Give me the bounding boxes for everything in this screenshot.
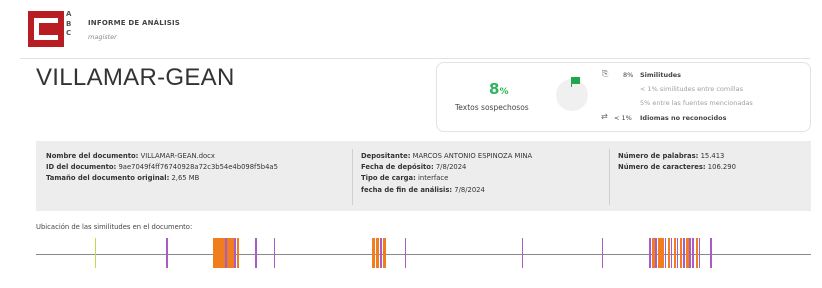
document-title: VILLAMAR-GEAN — [36, 64, 235, 91]
info-row: Número de caracteres: 106.290 — [618, 162, 736, 173]
percentage-symbol: % — [499, 87, 509, 97]
institution-logo: A B C — [28, 10, 78, 47]
info-value: 7/8/2024 — [435, 163, 467, 172]
similarity-mark[interactable] — [655, 238, 657, 268]
info-row: Depositante: MARCOS ANTONIO ESPINOZA MIN… — [361, 151, 532, 162]
similarity-mark[interactable] — [680, 238, 683, 268]
copy-icon: ⎘ — [602, 69, 609, 78]
similarity-mark[interactable] — [661, 238, 664, 268]
unrecognized-languages-value: < 1% — [614, 114, 632, 122]
info-value: 9ae7049f4ff76740928a72c3b54e4b098f5b4a5 — [118, 163, 278, 172]
similarity-mark[interactable] — [273, 238, 276, 268]
quotes-similarity-label: < 1% similitudes entre comillas — [640, 85, 744, 93]
info-label: Número de palabras: — [618, 152, 699, 160]
similarity-mark[interactable] — [683, 238, 685, 268]
header-divider — [20, 58, 810, 59]
info-row: Tamaño del documento original: 2,65 MB — [46, 173, 278, 184]
similarity-mark[interactable] — [234, 238, 236, 268]
similarity-mark[interactable] — [649, 238, 651, 268]
info-label: Fecha de depósito: — [361, 163, 434, 172]
flag-icon — [572, 77, 580, 84]
similarity-mark[interactable] — [521, 238, 524, 268]
info-row: fecha de fin de análisis: 7/8/2024 — [361, 185, 532, 196]
info-row: Nombre del documento: VILLAMAR-GEAN.docx — [46, 151, 278, 162]
info-row: Fecha de depósito: 7/8/2024 — [361, 162, 532, 173]
document-info-panel: Nombre del documento: VILLAMAR-GEAN.docx… — [36, 141, 811, 211]
info-column-document: Nombre del documento: VILLAMAR-GEAN.docx… — [46, 151, 278, 185]
logo-letter: B — [66, 19, 72, 28]
similarity-mark[interactable] — [710, 238, 712, 268]
info-label: fecha de fin de análisis: — [361, 185, 453, 194]
logo-letter: C — [66, 29, 72, 37]
info-label: Tamaño del documento original: — [46, 174, 170, 183]
similarity-percentage: 8% — [489, 80, 508, 98]
info-column-submission: Depositante: MARCOS ANTONIO ESPINOZA MIN… — [361, 151, 532, 196]
info-divider — [609, 149, 610, 205]
info-column-counts: Número de palabras: 15.413 Número de car… — [618, 151, 736, 173]
logo-letters: A B C — [66, 10, 78, 39]
similarity-mark[interactable] — [667, 238, 671, 268]
similarity-mark[interactable] — [658, 238, 661, 268]
info-value: 106.290 — [707, 163, 736, 172]
similarity-mark[interactable] — [686, 238, 689, 268]
logo-c-shape — [34, 18, 58, 40]
similarity-mark[interactable] — [673, 238, 677, 268]
mentioned-sources-label: 5% entre las fuentes mencionadas — [640, 99, 753, 107]
info-value: interface — [418, 174, 449, 183]
similarity-mark[interactable] — [692, 238, 694, 268]
info-value: VILLAMAR-GEAN.docx — [140, 152, 215, 160]
similarity-mark[interactable] — [380, 238, 382, 268]
similarity-mark[interactable] — [652, 238, 655, 268]
report-type-title: INFORME DE ANÁLISIS — [88, 19, 181, 27]
report-subtitle: magister — [88, 33, 117, 41]
similarity-mark[interactable] — [698, 238, 701, 268]
similarity-location-label: Ubicación de las similitudes en el docum… — [36, 223, 193, 231]
similarities-value: 8% — [623, 71, 634, 79]
similarity-mark[interactable] — [676, 238, 679, 268]
similarity-mark[interactable] — [601, 238, 604, 268]
similarity-mark[interactable] — [372, 238, 375, 268]
info-row: Tipo de carga: interface — [361, 173, 532, 184]
info-value: MARCOS ANTONIO ESPINOZA MINA — [412, 152, 533, 160]
similarity-mark[interactable] — [383, 238, 386, 268]
similarity-mark[interactable] — [255, 238, 257, 268]
info-value: 7/8/2024 — [454, 185, 485, 194]
suspicious-texts-label: Textos sospechosos — [455, 103, 529, 112]
info-label: Tipo de carga: — [361, 174, 416, 183]
translate-icon: ⇄ — [601, 112, 608, 121]
unrecognized-languages-label: Idiomas no reconocidos — [640, 114, 727, 122]
info-label: Nombre del documento: — [46, 152, 139, 160]
info-row: ID del documento: 9ae7049f4ff76740928a72… — [46, 162, 278, 173]
info-label: Depositante: — [361, 152, 411, 160]
similarities-label: Similitudes — [640, 71, 682, 79]
similarity-mark[interactable] — [689, 238, 691, 268]
info-value: 15.413 — [700, 152, 725, 160]
similarity-mark[interactable] — [236, 238, 240, 268]
info-value: 2,65 MB — [171, 174, 200, 183]
similarity-mark[interactable] — [664, 238, 667, 268]
similarity-mark[interactable] — [670, 238, 673, 268]
info-row: Número de palabras: 15.413 — [618, 151, 736, 162]
similarity-mark[interactable] — [94, 238, 97, 268]
info-label: Número de caracteres: — [618, 163, 706, 172]
percentage-value: 8 — [489, 80, 500, 98]
similarity-mark[interactable] — [225, 238, 227, 268]
info-divider — [352, 149, 353, 205]
similarity-mark[interactable] — [166, 238, 168, 268]
info-label: ID del documento: — [46, 163, 117, 172]
similarity-mark[interactable] — [404, 238, 407, 268]
logo-letter: A — [66, 10, 72, 18]
report-header: A B C INFORME DE ANÁLISIS magister — [0, 0, 822, 58]
similarity-mark[interactable] — [695, 238, 698, 268]
similarity-mark[interactable] — [376, 238, 379, 268]
